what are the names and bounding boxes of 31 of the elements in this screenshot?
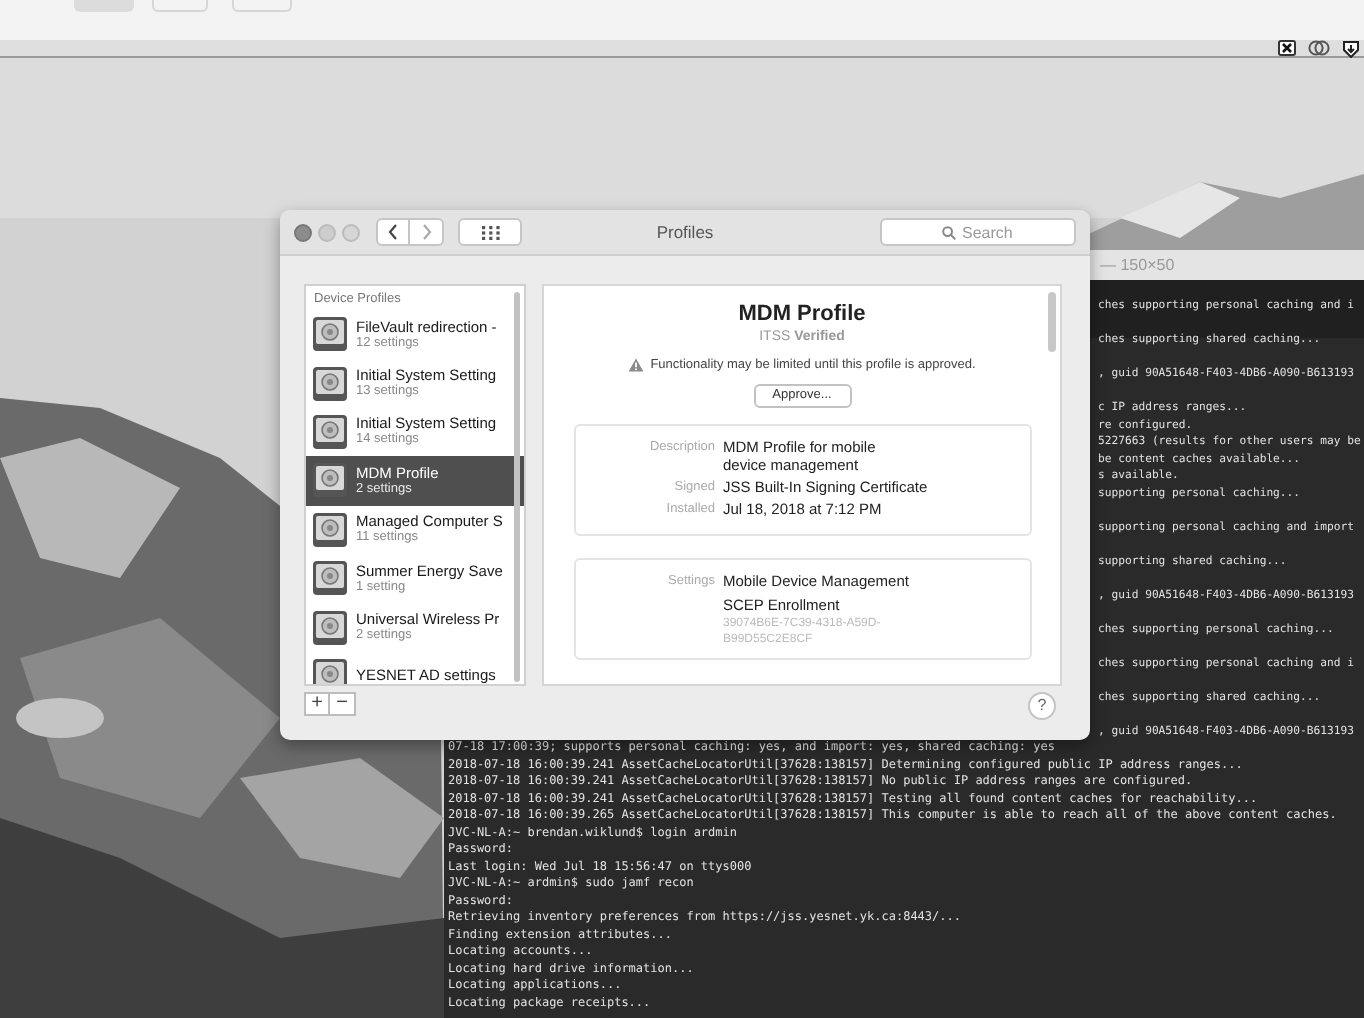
gear-icon — [312, 609, 348, 646]
search-icon — [942, 225, 956, 239]
close-button[interactable] — [294, 223, 312, 241]
gear-icon — [312, 413, 348, 450]
toolbar-button[interactable] — [232, 0, 292, 12]
warning-icon — [628, 358, 645, 373]
gear-icon — [312, 365, 348, 402]
remove-button[interactable]: − — [330, 692, 356, 716]
window-title: — 150×50 — [1100, 257, 1175, 273]
close-icon[interactable] — [1278, 40, 1296, 56]
add-button[interactable]: + — [304, 692, 330, 716]
back-button[interactable] — [376, 218, 410, 246]
search-field[interactable]: Search — [880, 218, 1076, 246]
zoom-button[interactable] — [342, 223, 360, 241]
chevron-left-icon — [388, 224, 398, 240]
grid-icon — [481, 225, 499, 239]
scrollbar-thumb[interactable] — [514, 292, 520, 682]
scrollbar-thumb[interactable] — [1048, 292, 1056, 352]
gear-icon — [312, 511, 348, 548]
gear-icon — [312, 560, 348, 597]
chevron-right-icon — [421, 224, 431, 240]
help-button[interactable]: ? — [1028, 692, 1056, 720]
minimize-button[interactable] — [318, 223, 336, 241]
show-all-button[interactable] — [458, 218, 522, 246]
window-title: Profiles — [656, 219, 714, 245]
toolbar-button[interactable] — [152, 0, 208, 12]
gear-icon — [312, 462, 348, 499]
rings-icon[interactable] — [1308, 40, 1330, 56]
gear-icon — [312, 316, 348, 353]
profile-title: MDM Profile — [738, 302, 866, 328]
shield-icon[interactable] — [1342, 39, 1360, 57]
